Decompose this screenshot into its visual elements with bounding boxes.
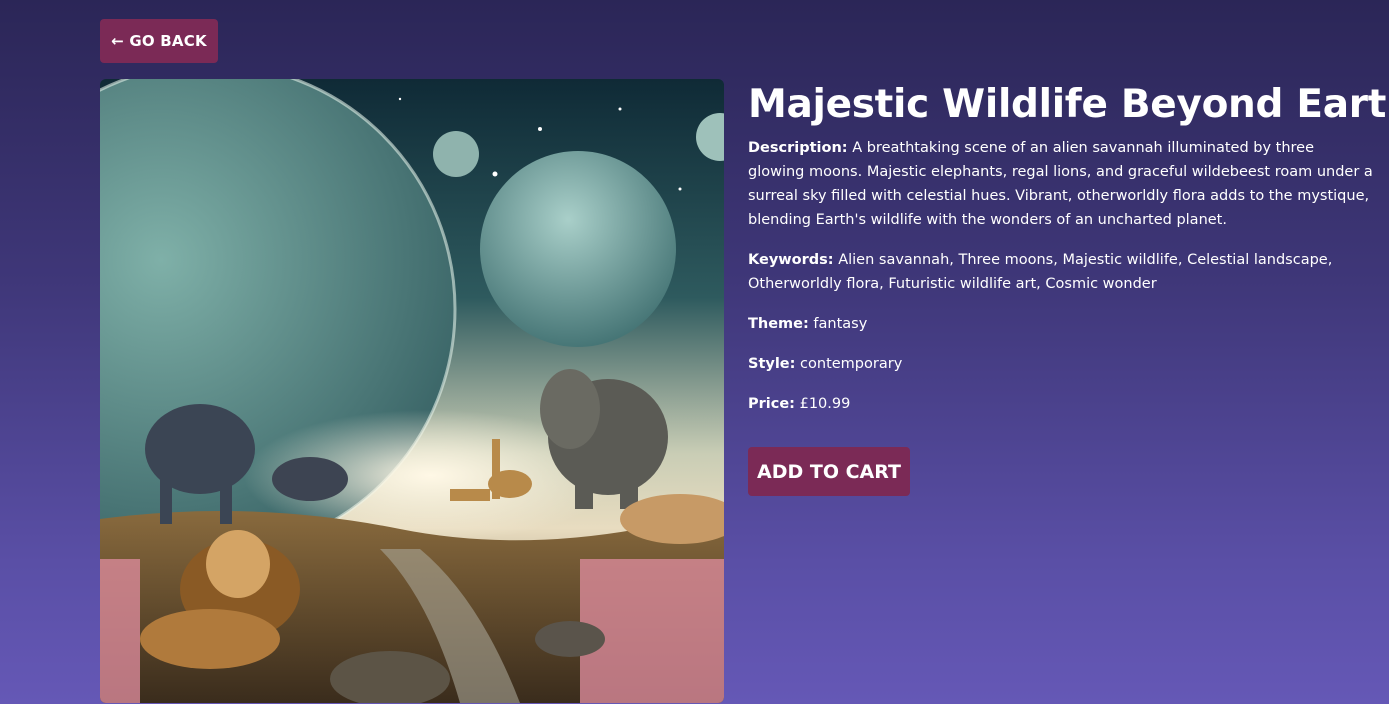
style-value: contemporary xyxy=(800,356,903,372)
keywords-text: Alien savannah, Three moons, Majestic wi… xyxy=(748,252,1333,292)
theme-value: fantasy xyxy=(813,316,868,332)
keywords-field: Keywords: Alien savannah, Three moons, M… xyxy=(748,248,1373,296)
product-details: Majestic Wildlife Beyond Earth Descripti… xyxy=(748,80,1389,432)
style-field: Style: contemporary xyxy=(748,352,1373,376)
add-to-cart-button[interactable]: ADD TO CART xyxy=(748,447,910,496)
go-back-button[interactable]: ← GO BACK xyxy=(100,19,218,63)
product-title: Majestic Wildlife Beyond Earth xyxy=(748,82,1389,127)
theme-label: Theme: xyxy=(748,316,809,332)
description-field: Description: A breathtaking scene of an … xyxy=(748,136,1373,232)
keywords-label: Keywords: xyxy=(748,252,834,268)
description-label: Description: xyxy=(748,140,848,156)
theme-field: Theme: fantasy xyxy=(748,312,1373,336)
product-image xyxy=(100,79,724,703)
price-value: £10.99 xyxy=(799,396,851,412)
style-label: Style: xyxy=(748,356,796,372)
price-label: Price: xyxy=(748,396,795,412)
price-field: Price: £10.99 xyxy=(748,392,1373,416)
